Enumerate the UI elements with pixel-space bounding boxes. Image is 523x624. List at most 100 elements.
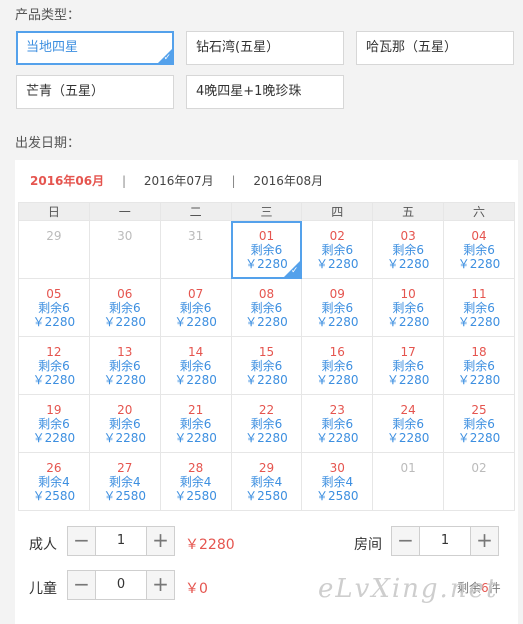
day-price: ￥2280	[457, 315, 501, 329]
children-plus-button[interactable]: +	[146, 571, 174, 599]
calendar-day[interactable]: 26 剩余4 ￥2580	[18, 452, 90, 511]
calendar-day[interactable]: 11 剩余6 ￥2280	[443, 278, 515, 337]
day-price: ￥2580	[103, 489, 147, 503]
calendar-day[interactable]: 12 剩余6 ￥2280	[18, 336, 90, 395]
product-option-label: 当地四星	[26, 40, 79, 55]
adults-minus-button[interactable]: −	[68, 527, 96, 555]
calendar-day[interactable]: 13 剩余6 ￥2280	[88, 336, 161, 395]
day-price: ￥2280	[386, 373, 430, 387]
calendar-day[interactable]: 14 剩余6 ￥2280	[159, 336, 232, 395]
calendar-grid: 日 一 二 三 四 五 六 29 30 31 01 剩余6 ￥2280 ✓ 02 剩余6 ￥228…	[18, 202, 515, 511]
calendar-day[interactable]: 16 剩余6 ￥2280	[301, 336, 374, 395]
calendar-day[interactable]: 09 剩余6 ￥2280	[301, 278, 374, 337]
day-number: 03	[400, 229, 416, 243]
product-option-1[interactable]: 钻石湾(五星）	[186, 31, 344, 65]
rooms-count[interactable]: 1	[420, 527, 470, 555]
day-number: 30	[329, 461, 345, 475]
calendar-day[interactable]: 22 剩余6 ￥2280	[230, 394, 303, 453]
day-number: 16	[329, 345, 345, 359]
product-option-4[interactable]: 4晚四星+1晚珍珠	[186, 75, 344, 109]
children-count[interactable]: 0	[96, 571, 146, 599]
day-number: 21	[187, 403, 204, 417]
day-price: ￥2280	[245, 315, 288, 329]
product-option-label: 钻石湾(五星）	[196, 40, 280, 55]
day-remaining: 剩余6	[108, 301, 141, 315]
check-icon: ✓	[163, 53, 171, 63]
adults-price: ￥2280	[185, 537, 235, 553]
calendar-day[interactable]: 02 剩余6 ￥2280	[301, 220, 374, 279]
weekday-label: 三	[230, 202, 303, 221]
day-remaining: 剩余6	[321, 301, 354, 315]
calendar-day[interactable]: 15 剩余6 ￥2280	[230, 336, 303, 395]
day-remaining: 剩余6	[463, 417, 495, 431]
day-price: ￥2580	[316, 489, 359, 503]
calendar-day[interactable]: 27 剩余4 ￥2580	[88, 452, 161, 511]
calendar-week-row: 29 30 31 01 剩余6 ￥2280 ✓ 02 剩余6 ￥2280 03 剩余6 ￥2280 04 剩…	[18, 220, 515, 279]
calendar-day[interactable]: 20 剩余6 ￥2280	[88, 394, 161, 453]
day-price: ￥2280	[103, 431, 147, 445]
day-remaining: 剩余6	[38, 359, 70, 373]
children-minus-button[interactable]: −	[68, 571, 96, 599]
rooms-plus-button[interactable]: +	[470, 527, 498, 555]
calendar-week-row: 05 剩余6 ￥2280 06 剩余6 ￥2280 07 剩余6 ￥2280 08 剩余6 ￥2280…	[18, 278, 515, 337]
day-number: 02	[471, 461, 487, 475]
calendar-panel: 2016年06月 | 2016年07月 | 2016年08月 日 一 二 三 四…	[15, 160, 518, 624]
day-number: 07	[187, 287, 204, 301]
rooms-minus-button[interactable]: −	[392, 527, 420, 555]
day-number: 02	[329, 229, 345, 243]
day-remaining: 剩余6	[463, 301, 495, 315]
weekday-label: 二	[159, 202, 232, 221]
month-separator: |	[231, 174, 236, 188]
calendar-day[interactable]: 21 剩余6 ￥2280	[159, 394, 232, 453]
day-remaining: 剩余4	[321, 475, 354, 489]
product-option-3[interactable]: 芒青（五星）	[16, 75, 174, 109]
calendar-day[interactable]: 29 剩余4 ￥2580	[230, 452, 303, 511]
adults-count[interactable]: 1	[96, 527, 146, 555]
calendar-day[interactable]: 06 剩余6 ￥2280	[88, 278, 161, 337]
month-tabs: 2016年06月 | 2016年07月 | 2016年08月	[30, 172, 323, 189]
rooms-stepper: − 1 +	[391, 526, 499, 556]
tab-month-2016-06[interactable]: 2016年06月	[30, 172, 104, 189]
product-option-0[interactable]: 当地四星 ✓	[16, 31, 174, 65]
calendar-day[interactable]: 01 剩余6 ￥2280 ✓	[230, 220, 303, 279]
calendar-day[interactable]: 03 剩余6 ￥2280	[372, 220, 445, 279]
calendar-day[interactable]: 24 剩余6 ￥2280	[372, 394, 445, 453]
calendar-day[interactable]: 05 剩余6 ￥2280	[18, 278, 90, 337]
day-remaining: 剩余6	[250, 243, 283, 257]
calendar-day[interactable]: 18 剩余6 ￥2280	[443, 336, 515, 395]
calendar-day[interactable]: 28 剩余4 ￥2580	[159, 452, 232, 511]
day-number: 06	[117, 287, 133, 301]
departure-date-label: 出发日期：	[15, 136, 81, 151]
calendar-day[interactable]: 30 剩余4 ￥2580	[301, 452, 374, 511]
tab-month-2016-08[interactable]: 2016年08月	[253, 172, 323, 189]
calendar-day[interactable]: 08 剩余6 ￥2280	[230, 278, 303, 337]
children-price: ￥0	[185, 581, 208, 597]
day-remaining: 剩余6	[179, 301, 212, 315]
day-price: ￥2280	[174, 373, 217, 387]
day-remaining: 剩余6	[463, 359, 495, 373]
day-number: 30	[117, 229, 133, 243]
calendar-day-disabled: 29	[18, 220, 90, 279]
calendar-day[interactable]: 23 剩余6 ￥2280	[301, 394, 374, 453]
calendar-day[interactable]: 07 剩余6 ￥2280	[159, 278, 232, 337]
calendar-day-disabled: 31	[159, 220, 232, 279]
calendar-day[interactable]: 19 剩余6 ￥2280	[18, 394, 90, 453]
calendar-day[interactable]: 17 剩余6 ￥2280	[372, 336, 445, 395]
day-remaining: 剩余6	[250, 417, 283, 431]
adults-plus-button[interactable]: +	[146, 527, 174, 555]
day-remaining: 剩余6	[38, 417, 70, 431]
calendar-day[interactable]: 25 剩余6 ￥2280	[443, 394, 515, 453]
calendar-week-row: 19 剩余6 ￥2280 20 剩余6 ￥2280 21 剩余6 ￥2280 22 剩余6 ￥2280…	[18, 394, 515, 453]
day-price: ￥2580	[32, 489, 76, 503]
calendar-body: 29 30 31 01 剩余6 ￥2280 ✓ 02 剩余6 ￥2280 03 剩余6 ￥2280 04 剩…	[18, 220, 515, 511]
day-price: ￥2280	[32, 315, 76, 329]
day-remaining: 剩余6	[392, 301, 424, 315]
day-number: 05	[46, 287, 62, 301]
calendar-day[interactable]: 10 剩余6 ￥2280	[372, 278, 445, 337]
product-option-label: 4晚四星+1晚珍珠	[196, 84, 302, 99]
tab-month-2016-07[interactable]: 2016年07月	[144, 172, 214, 189]
product-option-label: 哈瓦那（五星）	[366, 40, 458, 55]
calendar-day[interactable]: 04 剩余6 ￥2280	[443, 220, 515, 279]
day-remaining: 剩余4	[250, 475, 283, 489]
product-option-2[interactable]: 哈瓦那（五星）	[356, 31, 514, 65]
